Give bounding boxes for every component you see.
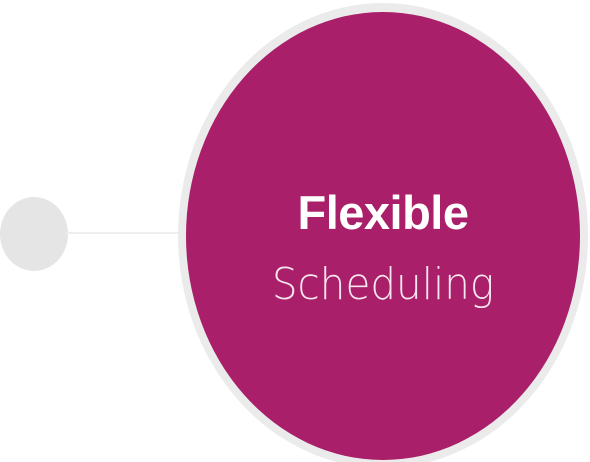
feature-subtitle: Scheduling (271, 259, 495, 310)
connector-node (0, 197, 68, 271)
feature-diagram: Flexible Scheduling (0, 0, 590, 462)
connector-line (66, 232, 190, 234)
feature-title: Flexible (297, 186, 469, 239)
